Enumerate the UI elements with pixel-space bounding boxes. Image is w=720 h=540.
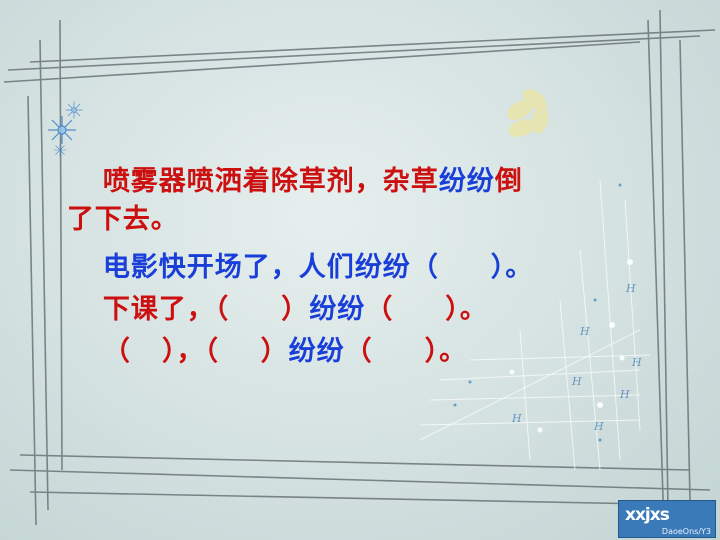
svg-text:H: H — [593, 420, 604, 433]
logo-text: xxjxs — [625, 505, 670, 525]
svg-text:H: H — [511, 412, 522, 425]
text-line-5: （ ），（ ）纷纷（ ）。 — [82, 298, 467, 370]
svg-text:H: H — [571, 375, 582, 388]
line-1-text-b: 纷纷 — [438, 166, 495, 197]
svg-text:H: H — [625, 282, 636, 295]
svg-text:H: H — [631, 356, 642, 369]
line-1-text-c: 倒 — [494, 166, 523, 197]
svg-text:H: H — [619, 388, 630, 401]
line-5-text-c: （ ）。 — [344, 336, 468, 367]
site-logo: xxjxs DaoeOns/Y3 — [618, 500, 716, 538]
logo-subtext: DaoeOns/Y3 — [661, 527, 711, 536]
line-5-text-a: （ ），（ ） — [102, 336, 289, 367]
svg-text:H: H — [579, 325, 590, 338]
line-5-text-b: 纷纷 — [288, 336, 345, 367]
